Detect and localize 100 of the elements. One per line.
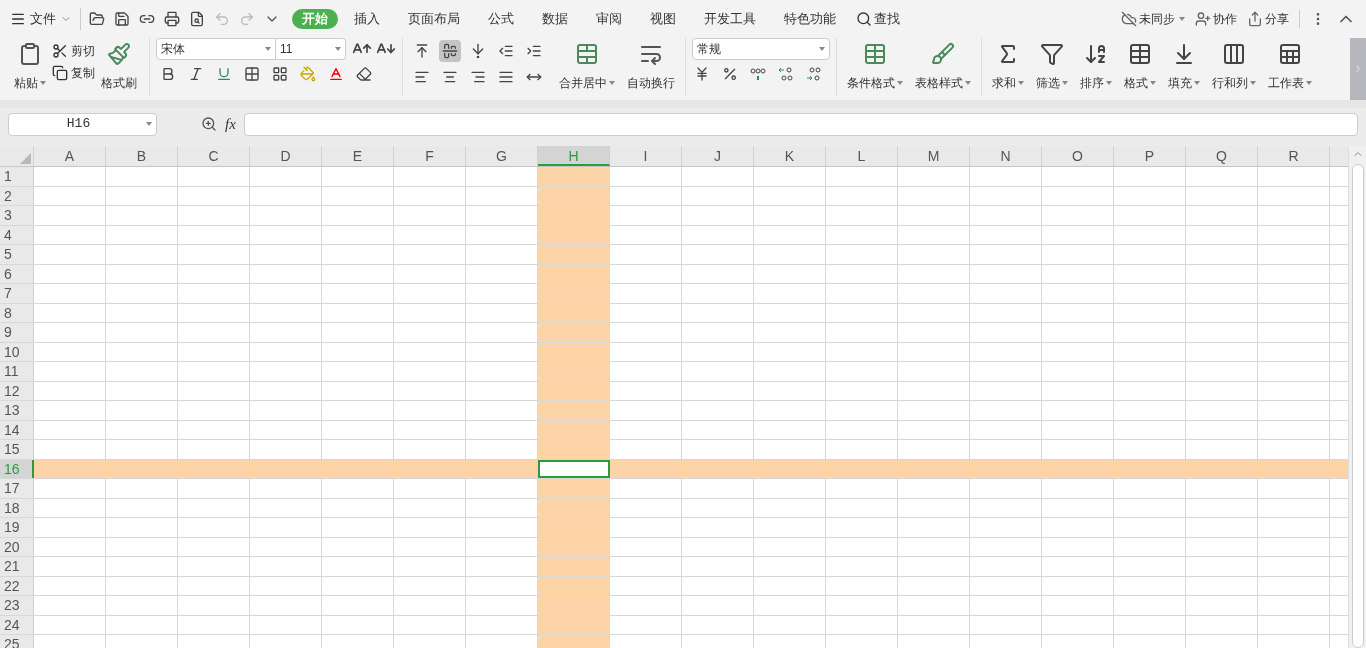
column-header[interactable]: K (754, 146, 826, 166)
column-header[interactable]: R (1258, 146, 1330, 166)
row-header[interactable]: 3 (0, 206, 34, 225)
zoom-icon[interactable] (201, 116, 217, 132)
column-header[interactable]: O (1042, 146, 1114, 166)
bold-icon[interactable] (160, 66, 176, 82)
row-header[interactable]: 13 (0, 401, 34, 420)
font-size-dropdown[interactable]: 11 (276, 38, 346, 60)
ribbon-tab[interactable]: 开发工具 (692, 9, 768, 29)
menu-icon (10, 11, 26, 27)
column-header[interactable]: F (394, 146, 466, 166)
name-box[interactable]: H16 (8, 112, 157, 136)
align-button[interactable] (439, 40, 461, 62)
thousands-separator-icon[interactable] (750, 66, 766, 82)
column-header[interactable]: N (970, 146, 1042, 166)
column-header[interactable]: J (682, 146, 754, 166)
borders-icon[interactable] (244, 66, 260, 82)
column-header[interactable]: B (106, 146, 178, 166)
row-header[interactable]: 23 (0, 596, 34, 615)
ribbon-button[interactable]: 格式 (1118, 38, 1162, 94)
redo-icon[interactable] (239, 11, 255, 27)
fill-color-icon[interactable] (300, 66, 316, 82)
wrap-text-button[interactable]: 自动换行 (621, 38, 681, 94)
ribbon-tab[interactable]: 视图 (638, 9, 688, 29)
caret-icon (1018, 81, 1024, 85)
column-header[interactable]: C (178, 146, 250, 166)
row-header[interactable]: 15 (0, 440, 34, 459)
column-header[interactable]: I (610, 146, 682, 166)
save-icon[interactable] (114, 11, 130, 27)
row-header[interactable]: 19 (0, 518, 34, 537)
italic-icon[interactable] (188, 66, 204, 82)
ribbon-button[interactable]: 行和列 (1206, 38, 1262, 94)
ribbon-tab[interactable]: 特色功能 (772, 9, 848, 29)
column-header[interactable]: L (826, 146, 898, 166)
printer-icon[interactable] (164, 11, 180, 27)
ribbon-button[interactable]: 求和 (986, 38, 1030, 94)
paste-button[interactable]: 粘贴 (8, 38, 52, 94)
caret-icon (609, 81, 615, 85)
ribbon-icon (1084, 42, 1108, 66)
format-painter-button[interactable]: 格式刷 (95, 38, 143, 94)
paintbrush-icon (107, 42, 131, 66)
row-header[interactable]: 17 (0, 479, 34, 498)
column-header[interactable]: A (34, 146, 106, 166)
ribbon-button[interactable]: 工作表 (1262, 38, 1318, 94)
vertical-scrollbar[interactable] (1348, 146, 1366, 648)
ribbon-button[interactable]: 填充 (1162, 38, 1206, 94)
caret-icon (1106, 81, 1112, 85)
ribbon-icon (1040, 42, 1064, 66)
currency-icon[interactable] (694, 66, 710, 82)
ribbon-icon (1222, 42, 1246, 66)
column-header[interactable]: M (898, 146, 970, 166)
align-icon (442, 43, 458, 59)
row-header[interactable]: 7 (0, 284, 34, 303)
number-format-dropdown[interactable]: 常规 (692, 38, 830, 60)
cut-button[interactable]: 剪切 (52, 42, 95, 60)
align-icon (470, 69, 486, 85)
caret-icon (1062, 81, 1068, 85)
ribbon-icon (1128, 42, 1152, 66)
row-header[interactable]: 11 (0, 362, 34, 381)
percent-icon[interactable] (722, 66, 738, 82)
sync-button[interactable]: 未同步 (1121, 10, 1185, 28)
ribbon-tab[interactable]: 页面布局 (396, 9, 472, 29)
decrease-decimal-icon[interactable] (806, 66, 822, 82)
column-header[interactable]: Q (1186, 146, 1258, 166)
column-header[interactable]: D (250, 146, 322, 166)
file-menu[interactable]: 文件 (10, 9, 72, 29)
row-header[interactable]: 5 (0, 245, 34, 264)
increase-decimal-icon[interactable] (778, 66, 794, 82)
ribbon-button[interactable]: 排序 (1074, 38, 1118, 94)
print-preview-icon[interactable] (189, 11, 205, 27)
font-color-icon[interactable] (328, 66, 344, 82)
cell-style-icon[interactable] (272, 66, 288, 82)
ribbon-tab[interactable]: 审阅 (584, 9, 634, 29)
ribbon-scroll-button[interactable] (1350, 38, 1366, 100)
table-style-button[interactable]: 表格样式 (909, 38, 977, 94)
row-header[interactable]: 1 (0, 167, 34, 186)
fx-label[interactable]: fx (225, 112, 236, 136)
conditional-format-button[interactable]: 条件格式 (841, 38, 909, 94)
ribbon-tab[interactable]: 数据 (530, 9, 580, 29)
caret-icon (897, 81, 903, 85)
ribbon-tab[interactable]: 插入 (342, 9, 392, 29)
search-button[interactable]: 查找 (856, 9, 900, 29)
underline-icon[interactable] (216, 66, 232, 82)
column-header[interactable]: E (322, 146, 394, 166)
row-header[interactable]: 21 (0, 557, 34, 576)
eraser-icon[interactable] (356, 66, 372, 82)
column-header[interactable]: P (1114, 146, 1186, 166)
share-button[interactable]: 分享 (1247, 10, 1289, 28)
ribbon-button[interactable]: 筛选 (1030, 38, 1074, 94)
undo-icon[interactable] (214, 11, 230, 27)
corner-triangle-icon (20, 153, 31, 164)
merge-button[interactable]: 合并居中 (553, 38, 621, 94)
ribbon-tab[interactable]: 公式 (476, 9, 526, 29)
font-name-dropdown[interactable]: 宋体 (156, 38, 276, 60)
formula-field[interactable] (243, 112, 1358, 136)
folder-icon[interactable] (89, 11, 105, 27)
share-icon (1247, 11, 1263, 27)
row-header[interactable]: 9 (0, 323, 34, 342)
copy-button[interactable]: 复制 (52, 64, 95, 82)
collaborate-button[interactable]: 协作 (1195, 10, 1237, 28)
